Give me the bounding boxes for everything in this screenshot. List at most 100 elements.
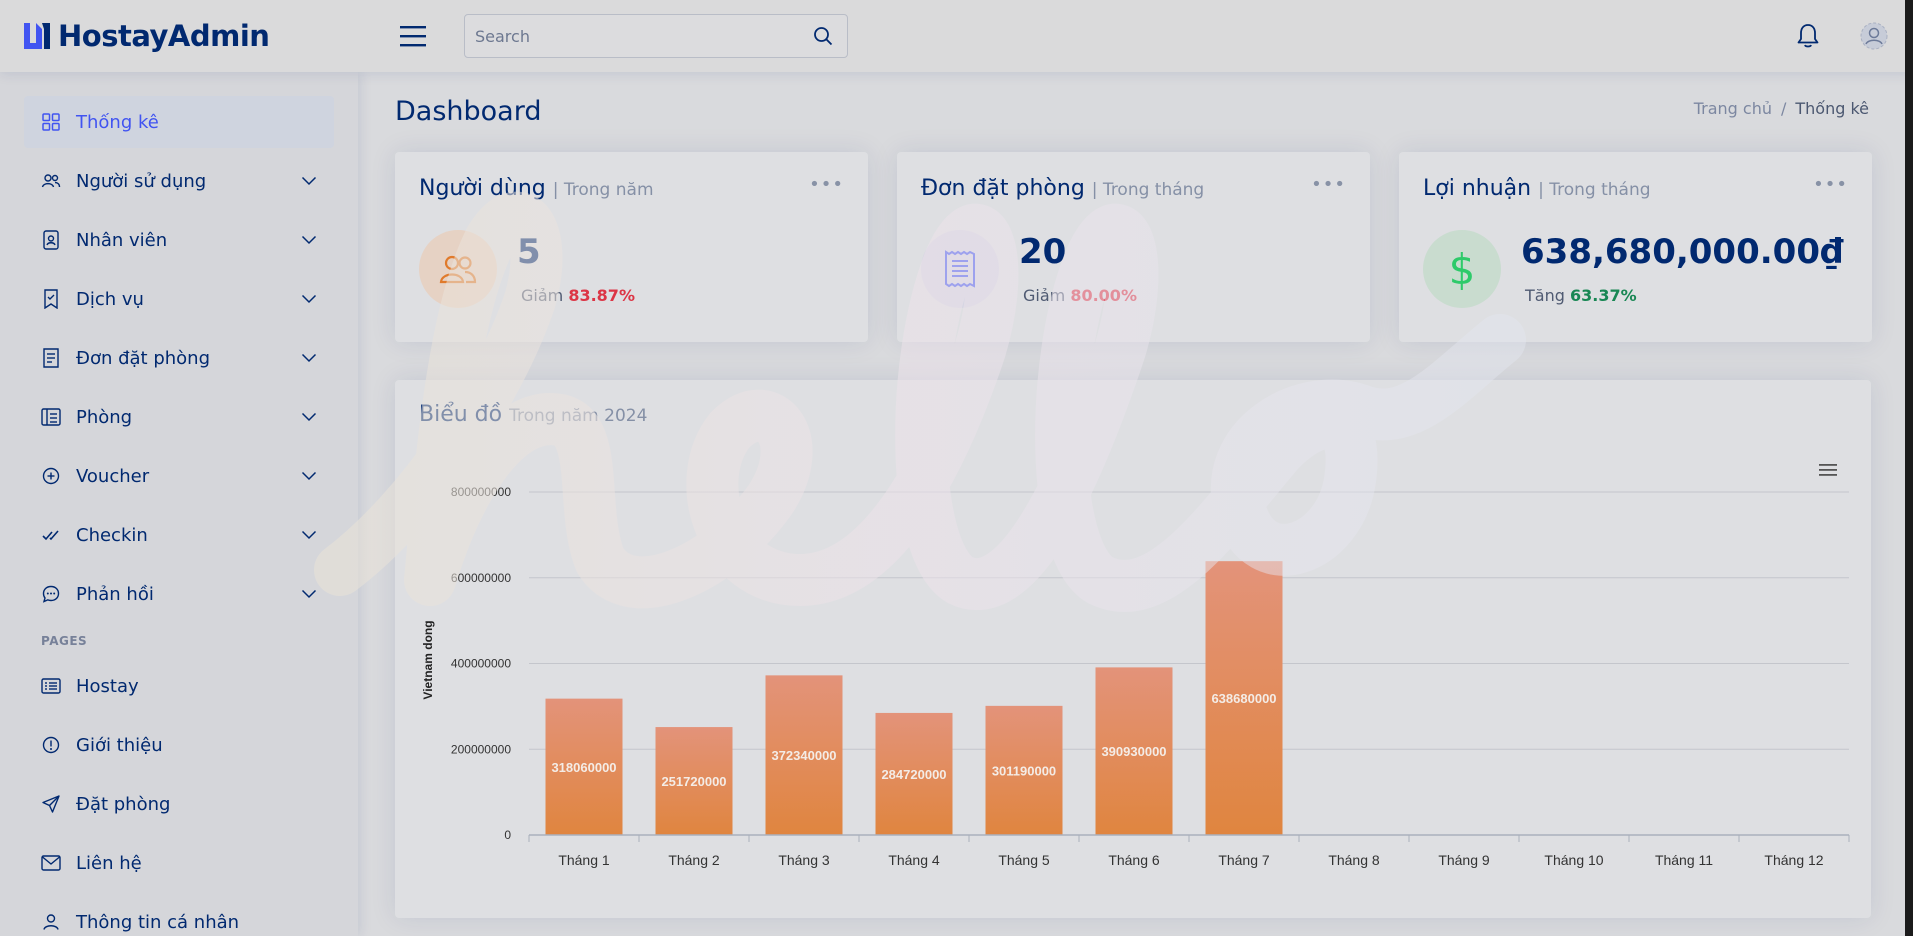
breadcrumb-separator: / <box>1780 99 1787 118</box>
card-period: | Trong tháng <box>1538 180 1651 200</box>
card-title: Người dùng <box>419 176 546 201</box>
sidebar-item-label: Người sử dụng <box>76 170 207 192</box>
stat-change-label: Tăng <box>1525 286 1565 305</box>
sidebar-item-lien-he[interactable]: Liên hệ <box>24 837 334 889</box>
y-tick-label: 800000000 <box>451 485 511 499</box>
stat-card-bookings: Đơn đặt phòng | Trong tháng ••• 20 Giảm … <box>897 152 1370 342</box>
y-tick-label: 600000000 <box>451 571 511 585</box>
stat-value: 5 <box>517 232 541 272</box>
bar-data-label: 638680000 <box>1211 691 1276 706</box>
stat-icon-circle <box>419 230 497 308</box>
x-tick-label: Tháng 10 <box>1544 852 1603 868</box>
plus-circle-icon <box>41 466 61 486</box>
sidebar-item-dich-vu[interactable]: Dịch vụ <box>24 273 334 325</box>
card-options-button[interactable]: ••• <box>1813 174 1848 195</box>
check-icon <box>41 525 61 545</box>
layout-icon <box>41 407 61 427</box>
chevron-down-icon <box>300 172 318 190</box>
people-icon <box>41 171 61 191</box>
sidebar-item-hostay[interactable]: Hostay <box>24 660 334 712</box>
stat-change: Tăng 63.37% <box>1525 286 1637 305</box>
breadcrumb-current: Thống kê <box>1795 99 1869 118</box>
window-edge <box>1905 0 1913 936</box>
sidebar-item-label: Thông tin cá nhân <box>76 911 240 933</box>
search-bar <box>464 14 848 58</box>
search-button[interactable] <box>799 15 847 57</box>
stat-change-label: Giảm <box>1023 286 1066 305</box>
sidebar-item-label: Hostay <box>76 675 139 697</box>
sidebar: Thống kê Người sử dụng Nhân viên Dịch vụ… <box>0 72 358 936</box>
chevron-down-icon <box>300 290 318 308</box>
receipt-icon <box>41 348 61 368</box>
sidebar-item-phong[interactable]: Phòng <box>24 391 334 443</box>
bar-data-label: 318060000 <box>551 760 616 775</box>
sidebar-item-don-dat-phong[interactable]: Đơn đặt phòng <box>24 332 334 384</box>
bar-data-label: 251720000 <box>661 774 726 789</box>
sidebar-item-label: Voucher <box>76 465 150 487</box>
grid-icon <box>41 112 61 132</box>
bookmark-icon <box>41 289 61 309</box>
sidebar-item-checkin[interactable]: Checkin <box>24 509 334 561</box>
stat-value: 638,680,000.00₫ <box>1521 232 1844 272</box>
sidebar-item-label: Đặt phòng <box>76 793 171 815</box>
menu-toggle-button[interactable] <box>396 19 430 53</box>
sidebar-item-dat-phong[interactable]: Đặt phòng <box>24 778 334 830</box>
stat-card-users: Người dùng | Trong năm ••• 5 Giảm 83.87% <box>395 152 868 342</box>
chevron-down-icon <box>300 408 318 426</box>
badge-icon <box>41 230 61 250</box>
search-input[interactable] <box>465 26 799 46</box>
card-period: | Trong tháng <box>1091 180 1205 200</box>
chevron-down-icon <box>300 526 318 544</box>
bar-data-label: 372340000 <box>771 748 836 763</box>
sidebar-heading-pages: Pages <box>41 634 88 648</box>
x-tick-label: Tháng 11 <box>1655 852 1713 868</box>
x-tick-label: Tháng 6 <box>1108 852 1160 868</box>
card-options-button[interactable]: ••• <box>1311 174 1346 195</box>
stat-change: Giảm 80.00% <box>1023 286 1137 305</box>
stat-change-percent: 80.00% <box>1070 286 1137 305</box>
sidebar-item-thong-tin-ca-nhan[interactable]: Thông tin cá nhân <box>24 896 334 936</box>
y-tick-label: 400000000 <box>451 657 511 671</box>
x-tick-label: Tháng 1 <box>558 852 610 868</box>
x-tick-label: Tháng 4 <box>888 852 940 868</box>
sidebar-item-nhan-vien[interactable]: Nhân viên <box>24 214 334 266</box>
x-tick-label: Tháng 8 <box>1328 852 1380 868</box>
stat-value: 20 <box>1019 232 1067 272</box>
stat-change-percent: 83.87% <box>568 286 635 305</box>
envelope-icon <box>41 853 61 873</box>
breadcrumb-home-link[interactable]: Trang chủ <box>1694 99 1772 118</box>
sidebar-item-label: Nhân viên <box>76 229 168 251</box>
x-tick-label: Tháng 3 <box>778 852 830 868</box>
sidebar-item-thong-ke[interactable]: Thống kê <box>24 96 334 148</box>
stat-change-label: Giảm <box>521 286 564 305</box>
card-list-icon <box>41 676 61 696</box>
stat-icon-circle: $ <box>1423 230 1501 308</box>
user-avatar[interactable] <box>1859 21 1889 51</box>
sidebar-item-nguoi-su-dung[interactable]: Người sử dụng <box>24 155 334 207</box>
bell-icon <box>1797 24 1819 48</box>
hamburger-icon <box>400 26 426 47</box>
sidebar-item-label: Thống kê <box>76 111 159 133</box>
top-header: HostayAdmin <box>0 0 1913 72</box>
sidebar-item-label: Đơn đặt phòng <box>76 347 211 369</box>
sidebar-item-gioi-thieu[interactable]: Giới thiệu <box>24 719 334 771</box>
sidebar-item-voucher[interactable]: Voucher <box>24 450 334 502</box>
breadcrumb: Trang chủ / Thống kê <box>1694 99 1869 118</box>
sidebar-item-phan-hoi[interactable]: Phản hồi <box>24 568 334 620</box>
bar-chart: 318060000 251720000 372340000 284720000 3011… <box>421 485 1850 868</box>
stat-icon-circle <box>921 230 999 308</box>
main-content: Dashboard Trang chủ / Thống kê Người dùn… <box>358 72 1913 936</box>
card-options-button[interactable]: ••• <box>809 174 844 195</box>
receipt-icon <box>945 250 975 288</box>
chevron-down-icon <box>300 467 318 485</box>
y-tick-label: 200000000 <box>451 742 511 756</box>
x-tick-label: Tháng 2 <box>668 852 720 868</box>
info-circle-icon <box>41 735 61 755</box>
sidebar-item-label: Phòng <box>76 406 133 428</box>
notifications-button[interactable] <box>1793 21 1823 51</box>
bar-data-label: 301190000 <box>992 763 1056 778</box>
brand-logo[interactable]: HostayAdmin <box>22 19 362 53</box>
chart-card: Biểu đồ Trong năm 2024 318060000 25172000… <box>395 380 1871 918</box>
chevron-down-icon <box>300 349 318 367</box>
people-icon <box>439 255 477 284</box>
